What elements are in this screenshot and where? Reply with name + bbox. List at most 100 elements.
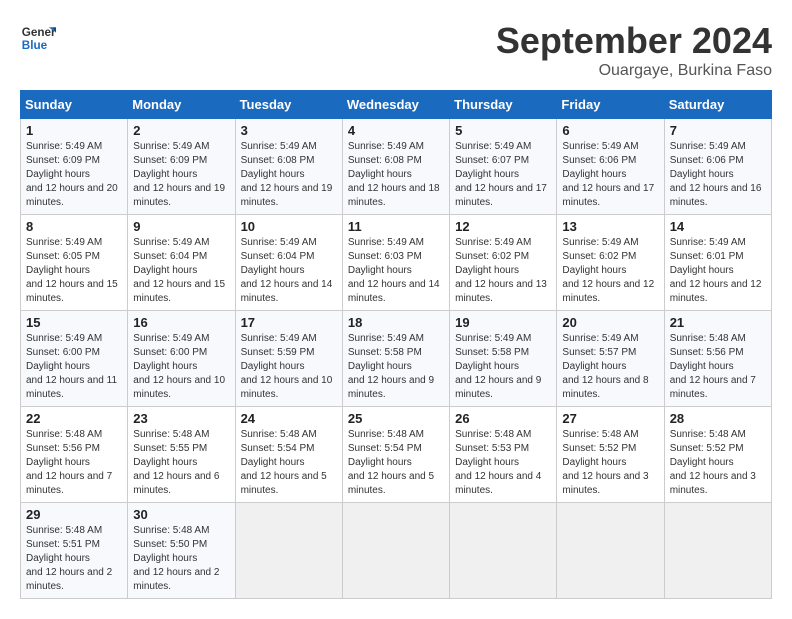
calendar-cell: 11 Sunrise: 5:49 AMSunset: 6:03 PMDaylig… bbox=[342, 215, 449, 311]
calendar-week-3: 15 Sunrise: 5:49 AMSunset: 6:00 PMDaylig… bbox=[21, 311, 772, 407]
calendar-cell: 8 Sunrise: 5:49 AMSunset: 6:05 PMDayligh… bbox=[21, 215, 128, 311]
day-info: Sunrise: 5:49 AMSunset: 6:03 PMDaylight … bbox=[348, 237, 440, 304]
day-info: Sunrise: 5:49 AMSunset: 6:00 PMDaylight … bbox=[26, 333, 117, 400]
calendar-cell: 17 Sunrise: 5:49 AMSunset: 5:59 PMDaylig… bbox=[235, 311, 342, 407]
day-info: Sunrise: 5:48 AMSunset: 5:52 PMDaylight … bbox=[562, 429, 648, 496]
day-info: Sunrise: 5:48 AMSunset: 5:55 PMDaylight … bbox=[133, 429, 219, 496]
page-header: General Blue September 2024 Ouargaye, Bu… bbox=[20, 20, 772, 80]
day-number: 4 bbox=[348, 123, 444, 138]
calendar-cell: 6 Sunrise: 5:49 AMSunset: 6:06 PMDayligh… bbox=[557, 119, 664, 215]
calendar-cell bbox=[664, 503, 771, 599]
calendar-week-1: 1 Sunrise: 5:49 AMSunset: 6:09 PMDayligh… bbox=[21, 119, 772, 215]
header-monday: Monday bbox=[128, 91, 235, 119]
day-info: Sunrise: 5:49 AMSunset: 6:08 PMDaylight … bbox=[241, 141, 333, 208]
calendar-cell: 19 Sunrise: 5:49 AMSunset: 5:58 PMDaylig… bbox=[450, 311, 557, 407]
calendar-cell: 5 Sunrise: 5:49 AMSunset: 6:07 PMDayligh… bbox=[450, 119, 557, 215]
logo-icon: General Blue bbox=[20, 20, 56, 56]
calendar-cell bbox=[235, 503, 342, 599]
calendar-cell: 1 Sunrise: 5:49 AMSunset: 6:09 PMDayligh… bbox=[21, 119, 128, 215]
day-number: 6 bbox=[562, 123, 658, 138]
day-number: 13 bbox=[562, 219, 658, 234]
calendar-cell: 13 Sunrise: 5:49 AMSunset: 6:02 PMDaylig… bbox=[557, 215, 664, 311]
calendar-cell: 25 Sunrise: 5:48 AMSunset: 5:54 PMDaylig… bbox=[342, 407, 449, 503]
title-block: September 2024 Ouargaye, Burkina Faso bbox=[496, 20, 772, 80]
day-number: 9 bbox=[133, 219, 229, 234]
day-number: 8 bbox=[26, 219, 122, 234]
day-info: Sunrise: 5:49 AMSunset: 5:58 PMDaylight … bbox=[348, 333, 434, 400]
header-saturday: Saturday bbox=[664, 91, 771, 119]
calendar-cell: 4 Sunrise: 5:49 AMSunset: 6:08 PMDayligh… bbox=[342, 119, 449, 215]
calendar-cell: 22 Sunrise: 5:48 AMSunset: 5:56 PMDaylig… bbox=[21, 407, 128, 503]
day-info: Sunrise: 5:49 AMSunset: 6:09 PMDaylight … bbox=[26, 141, 118, 208]
calendar-cell: 9 Sunrise: 5:49 AMSunset: 6:04 PMDayligh… bbox=[128, 215, 235, 311]
day-number: 14 bbox=[670, 219, 766, 234]
day-number: 24 bbox=[241, 411, 337, 426]
calendar-cell: 26 Sunrise: 5:48 AMSunset: 5:53 PMDaylig… bbox=[450, 407, 557, 503]
day-number: 11 bbox=[348, 219, 444, 234]
day-number: 20 bbox=[562, 315, 658, 330]
calendar-cell: 23 Sunrise: 5:48 AMSunset: 5:55 PMDaylig… bbox=[128, 407, 235, 503]
day-number: 19 bbox=[455, 315, 551, 330]
calendar-cell: 2 Sunrise: 5:49 AMSunset: 6:09 PMDayligh… bbox=[128, 119, 235, 215]
day-info: Sunrise: 5:48 AMSunset: 5:54 PMDaylight … bbox=[241, 429, 327, 496]
day-number: 10 bbox=[241, 219, 337, 234]
location-subtitle: Ouargaye, Burkina Faso bbox=[496, 62, 772, 80]
day-number: 18 bbox=[348, 315, 444, 330]
calendar-cell: 10 Sunrise: 5:49 AMSunset: 6:04 PMDaylig… bbox=[235, 215, 342, 311]
day-info: Sunrise: 5:49 AMSunset: 6:06 PMDaylight … bbox=[562, 141, 654, 208]
day-number: 3 bbox=[241, 123, 337, 138]
header-thursday: Thursday bbox=[450, 91, 557, 119]
day-number: 17 bbox=[241, 315, 337, 330]
day-number: 12 bbox=[455, 219, 551, 234]
calendar-cell: 30 Sunrise: 5:48 AMSunset: 5:50 PMDaylig… bbox=[128, 503, 235, 599]
header-tuesday: Tuesday bbox=[235, 91, 342, 119]
day-info: Sunrise: 5:49 AMSunset: 5:58 PMDaylight … bbox=[455, 333, 541, 400]
logo: General Blue bbox=[20, 20, 56, 56]
calendar-cell: 7 Sunrise: 5:49 AMSunset: 6:06 PMDayligh… bbox=[664, 119, 771, 215]
calendar-cell: 3 Sunrise: 5:49 AMSunset: 6:08 PMDayligh… bbox=[235, 119, 342, 215]
day-number: 15 bbox=[26, 315, 122, 330]
header-friday: Friday bbox=[557, 91, 664, 119]
calendar-cell: 12 Sunrise: 5:49 AMSunset: 6:02 PMDaylig… bbox=[450, 215, 557, 311]
calendar-week-2: 8 Sunrise: 5:49 AMSunset: 6:05 PMDayligh… bbox=[21, 215, 772, 311]
calendar-cell: 16 Sunrise: 5:49 AMSunset: 6:00 PMDaylig… bbox=[128, 311, 235, 407]
day-number: 16 bbox=[133, 315, 229, 330]
day-info: Sunrise: 5:48 AMSunset: 5:52 PMDaylight … bbox=[670, 429, 756, 496]
day-number: 22 bbox=[26, 411, 122, 426]
calendar-cell bbox=[342, 503, 449, 599]
header-sunday: Sunday bbox=[21, 91, 128, 119]
day-number: 26 bbox=[455, 411, 551, 426]
calendar-cell: 29 Sunrise: 5:48 AMSunset: 5:51 PMDaylig… bbox=[21, 503, 128, 599]
day-number: 7 bbox=[670, 123, 766, 138]
day-info: Sunrise: 5:49 AMSunset: 6:09 PMDaylight … bbox=[133, 141, 225, 208]
calendar-week-5: 29 Sunrise: 5:48 AMSunset: 5:51 PMDaylig… bbox=[21, 503, 772, 599]
day-number: 25 bbox=[348, 411, 444, 426]
day-info: Sunrise: 5:48 AMSunset: 5:51 PMDaylight … bbox=[26, 525, 112, 592]
calendar-cell: 21 Sunrise: 5:48 AMSunset: 5:56 PMDaylig… bbox=[664, 311, 771, 407]
day-number: 30 bbox=[133, 507, 229, 522]
calendar-cell: 28 Sunrise: 5:48 AMSunset: 5:52 PMDaylig… bbox=[664, 407, 771, 503]
day-info: Sunrise: 5:49 AMSunset: 6:06 PMDaylight … bbox=[670, 141, 762, 208]
day-info: Sunrise: 5:48 AMSunset: 5:56 PMDaylight … bbox=[26, 429, 112, 496]
calendar-cell bbox=[450, 503, 557, 599]
day-info: Sunrise: 5:49 AMSunset: 6:08 PMDaylight … bbox=[348, 141, 440, 208]
calendar-cell: 14 Sunrise: 5:49 AMSunset: 6:01 PMDaylig… bbox=[664, 215, 771, 311]
calendar-cell: 24 Sunrise: 5:48 AMSunset: 5:54 PMDaylig… bbox=[235, 407, 342, 503]
calendar-cell bbox=[557, 503, 664, 599]
day-number: 1 bbox=[26, 123, 122, 138]
day-info: Sunrise: 5:49 AMSunset: 5:57 PMDaylight … bbox=[562, 333, 648, 400]
calendar-cell: 15 Sunrise: 5:49 AMSunset: 6:00 PMDaylig… bbox=[21, 311, 128, 407]
calendar-cell: 27 Sunrise: 5:48 AMSunset: 5:52 PMDaylig… bbox=[557, 407, 664, 503]
day-info: Sunrise: 5:49 AMSunset: 5:59 PMDaylight … bbox=[241, 333, 333, 400]
calendar-cell: 18 Sunrise: 5:49 AMSunset: 5:58 PMDaylig… bbox=[342, 311, 449, 407]
month-year-title: September 2024 bbox=[496, 20, 772, 62]
day-number: 21 bbox=[670, 315, 766, 330]
day-number: 23 bbox=[133, 411, 229, 426]
header-wednesday: Wednesday bbox=[342, 91, 449, 119]
day-info: Sunrise: 5:48 AMSunset: 5:50 PMDaylight … bbox=[133, 525, 219, 592]
day-info: Sunrise: 5:49 AMSunset: 6:01 PMDaylight … bbox=[670, 237, 762, 304]
day-info: Sunrise: 5:49 AMSunset: 6:04 PMDaylight … bbox=[241, 237, 333, 304]
day-info: Sunrise: 5:49 AMSunset: 6:04 PMDaylight … bbox=[133, 237, 225, 304]
calendar-header-row: SundayMondayTuesdayWednesdayThursdayFrid… bbox=[21, 91, 772, 119]
calendar-week-4: 22 Sunrise: 5:48 AMSunset: 5:56 PMDaylig… bbox=[21, 407, 772, 503]
